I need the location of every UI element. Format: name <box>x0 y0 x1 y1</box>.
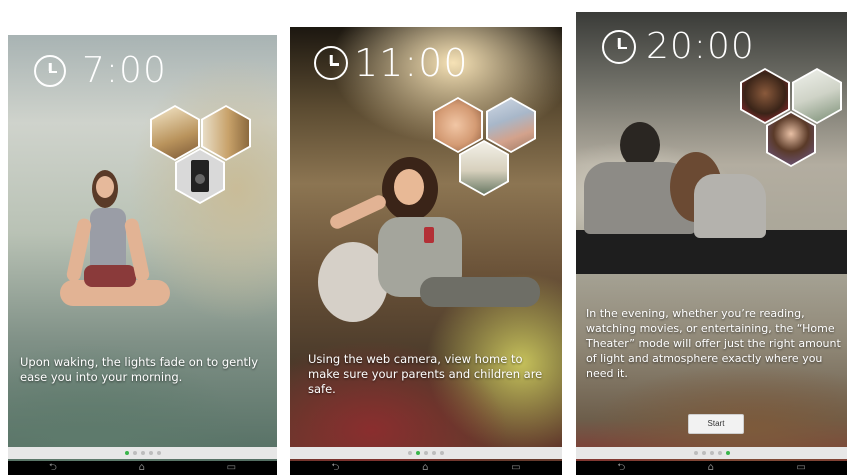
caption-text: In the evening, whether you’re reading, … <box>586 307 841 380</box>
page-dot[interactable] <box>440 451 444 455</box>
system-nav-bar: ⮌ ⌂ ▭ <box>576 461 847 475</box>
page-dot[interactable] <box>148 451 153 455</box>
page-dot[interactable] <box>416 451 420 455</box>
page-dot[interactable] <box>408 451 412 455</box>
system-nav-bar: ⮌ ⌂ ▭ <box>290 461 562 475</box>
page-indicator <box>8 447 277 459</box>
home-icon[interactable]: ⌂ <box>139 461 145 475</box>
page-dot[interactable] <box>717 451 722 455</box>
couple-on-sofa-photo <box>576 122 847 277</box>
system-nav-bar: ⮌ ⌂ ▭ <box>8 461 277 475</box>
woman-with-phone-photo <box>300 157 540 327</box>
page-dot[interactable] <box>124 451 129 455</box>
recents-icon[interactable]: ▭ <box>227 461 236 475</box>
clock: 7:00 <box>34 50 167 91</box>
time-label: 11:00 <box>354 41 469 85</box>
page-dot[interactable] <box>140 451 145 455</box>
back-icon[interactable]: ⮌ <box>617 461 625 475</box>
page-dot[interactable] <box>709 451 714 455</box>
home-icon[interactable]: ⌂ <box>708 461 714 475</box>
page-indicator <box>576 447 847 459</box>
back-icon[interactable]: ⮌ <box>49 461 57 475</box>
page-dot[interactable] <box>424 451 428 455</box>
clock-icon <box>34 54 66 87</box>
clock-icon <box>314 46 348 80</box>
screen-morning: 7:00 Upon waking, the lights fade on to … <box>8 35 277 475</box>
back-icon[interactable]: ⮌ <box>331 461 339 475</box>
page-dot[interactable] <box>132 451 137 455</box>
woman-meditating-photo <box>50 170 175 330</box>
screen-midday: 11:00 Using the web camera, view home to… <box>290 27 562 475</box>
page-dot[interactable] <box>701 451 706 455</box>
time-label: 7:00 <box>82 50 167 91</box>
page-indicator <box>290 447 562 459</box>
time-label: 20:00 <box>646 26 755 67</box>
page-dot[interactable] <box>156 451 161 455</box>
screen-evening: 20:00 In the evening, whether you’re rea… <box>576 12 847 475</box>
clock: 11:00 <box>314 41 469 85</box>
start-button[interactable]: Start <box>688 414 744 434</box>
recents-icon[interactable]: ▭ <box>511 461 520 475</box>
page-dot[interactable] <box>693 451 698 455</box>
page-dot[interactable] <box>432 451 436 455</box>
home-icon[interactable]: ⌂ <box>422 461 428 475</box>
caption-text: Using the web camera, view home to make … <box>308 352 543 396</box>
page-dot[interactable] <box>725 451 730 455</box>
recents-icon[interactable]: ▭ <box>796 461 805 475</box>
clock: 20:00 <box>602 26 755 67</box>
clock-icon <box>602 29 636 64</box>
caption-text: Upon waking, the lights fade on to gentl… <box>20 355 259 384</box>
